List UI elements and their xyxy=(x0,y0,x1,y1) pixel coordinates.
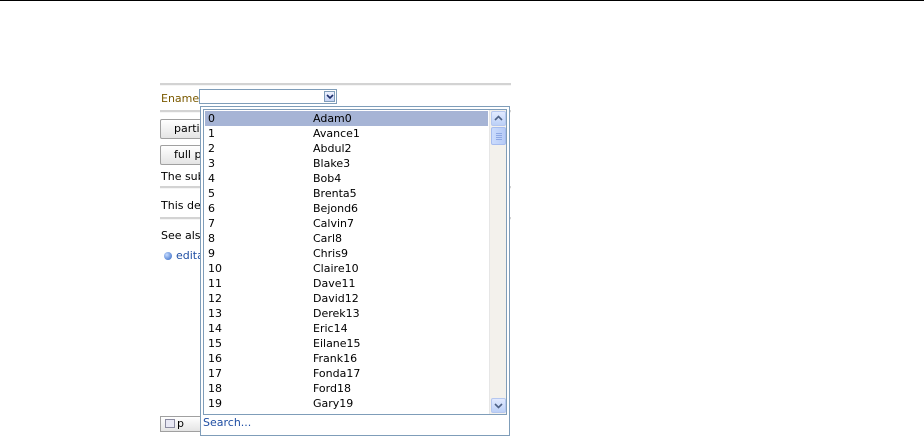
list-item[interactable]: 6 Bejond6 xyxy=(205,201,488,216)
list-item-id: 8 xyxy=(208,232,215,245)
list-item-name: Dave11 xyxy=(313,277,356,290)
list-item-id: 12 xyxy=(208,292,222,305)
list-item-name: Brenta5 xyxy=(313,187,357,200)
list-item-name: Ford18 xyxy=(313,382,351,395)
list-item-name: Chris9 xyxy=(313,247,348,260)
list-item-id: 18 xyxy=(208,382,222,395)
page-icon xyxy=(165,419,175,428)
list-item-name: Bob4 xyxy=(313,172,342,185)
dropdown-list: 0 Adam0 1 Avance1 2 Abdul2 3 Blake3 4 Bob4 5 Brenta… xyxy=(203,109,507,415)
ename-select[interactable] xyxy=(199,89,337,104)
list-item[interactable]: 19 Gary19 xyxy=(205,396,488,411)
chevron-up-icon xyxy=(494,115,503,121)
list-item-id: 3 xyxy=(208,157,215,170)
list-item-id: 14 xyxy=(208,322,222,335)
top-border-line xyxy=(0,0,924,1)
list-item-name: Derek13 xyxy=(313,307,360,320)
list-item[interactable]: 8 Carl8 xyxy=(205,231,488,246)
list-item-name: Gary19 xyxy=(313,397,354,410)
list-item[interactable]: 12 David12 xyxy=(205,291,488,306)
list-item[interactable]: 17 Fonda17 xyxy=(205,366,488,381)
list-item-id: 13 xyxy=(208,307,222,320)
scrollbar[interactable] xyxy=(489,110,506,414)
list-item-id: 15 xyxy=(208,337,222,350)
list-item-id: 19 xyxy=(208,397,222,410)
list-item-name: Fonda17 xyxy=(313,367,361,380)
list-item[interactable]: 18 Ford18 xyxy=(205,381,488,396)
scroll-down-button[interactable] xyxy=(491,398,506,413)
list-item-name: Eric14 xyxy=(313,322,348,335)
submitted-text: The subm xyxy=(161,170,203,183)
list-item-name: Frank16 xyxy=(313,352,358,365)
list-item-id: 16 xyxy=(208,352,222,365)
list-item[interactable]: 14 Eric14 xyxy=(205,321,488,336)
bottom-button-label: p xyxy=(177,417,184,430)
scroll-thumb[interactable] xyxy=(491,127,506,145)
list-item-id: 4 xyxy=(208,172,215,185)
list-item-name: Bejond6 xyxy=(313,202,359,215)
list-item-id: 6 xyxy=(208,202,215,215)
bottom-button[interactable]: p xyxy=(160,416,204,432)
list-item-id: 7 xyxy=(208,217,215,230)
list-item-name: David12 xyxy=(313,292,359,305)
list-item-name: Avance1 xyxy=(313,127,360,140)
list-item[interactable]: 4 Bob4 xyxy=(205,171,488,186)
chevron-down-icon xyxy=(494,403,503,409)
divider xyxy=(160,83,511,86)
list-item[interactable]: 1 Avance1 xyxy=(205,126,488,141)
see-also-text: See also xyxy=(161,229,203,242)
list-item-id: 9 xyxy=(208,247,215,260)
list-item-name: Adam0 xyxy=(313,112,352,125)
demo-description: This dem xyxy=(161,199,203,212)
list-item[interactable]: 3 Blake3 xyxy=(205,156,488,171)
list-item-name: Calvin7 xyxy=(313,217,355,230)
scroll-up-button[interactable] xyxy=(491,111,506,126)
list-item[interactable]: 7 Calvin7 xyxy=(205,216,488,231)
search-link[interactable]: Search... xyxy=(203,416,251,429)
list-item[interactable]: 11 Dave11 xyxy=(205,276,488,291)
ename-label: Ename xyxy=(161,92,200,105)
list-item-id: 1 xyxy=(208,127,215,140)
dropdown-popup: 0 Adam0 1 Avance1 2 Abdul2 3 Blake3 4 Bob4 5 Brenta… xyxy=(200,106,510,436)
bullet-icon xyxy=(164,252,172,260)
list-item-id: 5 xyxy=(208,187,215,200)
list-item-name: Abdul2 xyxy=(313,142,352,155)
list-item[interactable]: 16 Frank16 xyxy=(205,351,488,366)
list-item-id: 2 xyxy=(208,142,215,155)
chevron-down-icon xyxy=(326,94,334,100)
list-item-name: Blake3 xyxy=(313,157,351,170)
list-item-name: Claire10 xyxy=(313,262,359,275)
dropdown-button[interactable] xyxy=(324,91,335,102)
list-item[interactable]: 5 Brenta5 xyxy=(205,186,488,201)
list-item[interactable]: 15 Eilane15 xyxy=(205,336,488,351)
list-item[interactable]: 0 Adam0 xyxy=(205,111,488,126)
list-item-id: 0 xyxy=(208,112,215,125)
list-item-id: 17 xyxy=(208,367,222,380)
see-also-link[interactable]: edita xyxy=(164,249,204,262)
list-item[interactable]: 9 Chris9 xyxy=(205,246,488,261)
list-item[interactable]: 13 Derek13 xyxy=(205,306,488,321)
list-item-id: 10 xyxy=(208,262,222,275)
list-item-name: Carl8 xyxy=(313,232,342,245)
list-item[interactable]: 10 Claire10 xyxy=(205,261,488,276)
list-item-name: Eilane15 xyxy=(313,337,361,350)
dropdown-rows: 0 Adam0 1 Avance1 2 Abdul2 3 Blake3 4 Bob4 5 Brenta… xyxy=(205,111,488,411)
list-item-id: 11 xyxy=(208,277,222,290)
list-item[interactable]: 2 Abdul2 xyxy=(205,141,488,156)
